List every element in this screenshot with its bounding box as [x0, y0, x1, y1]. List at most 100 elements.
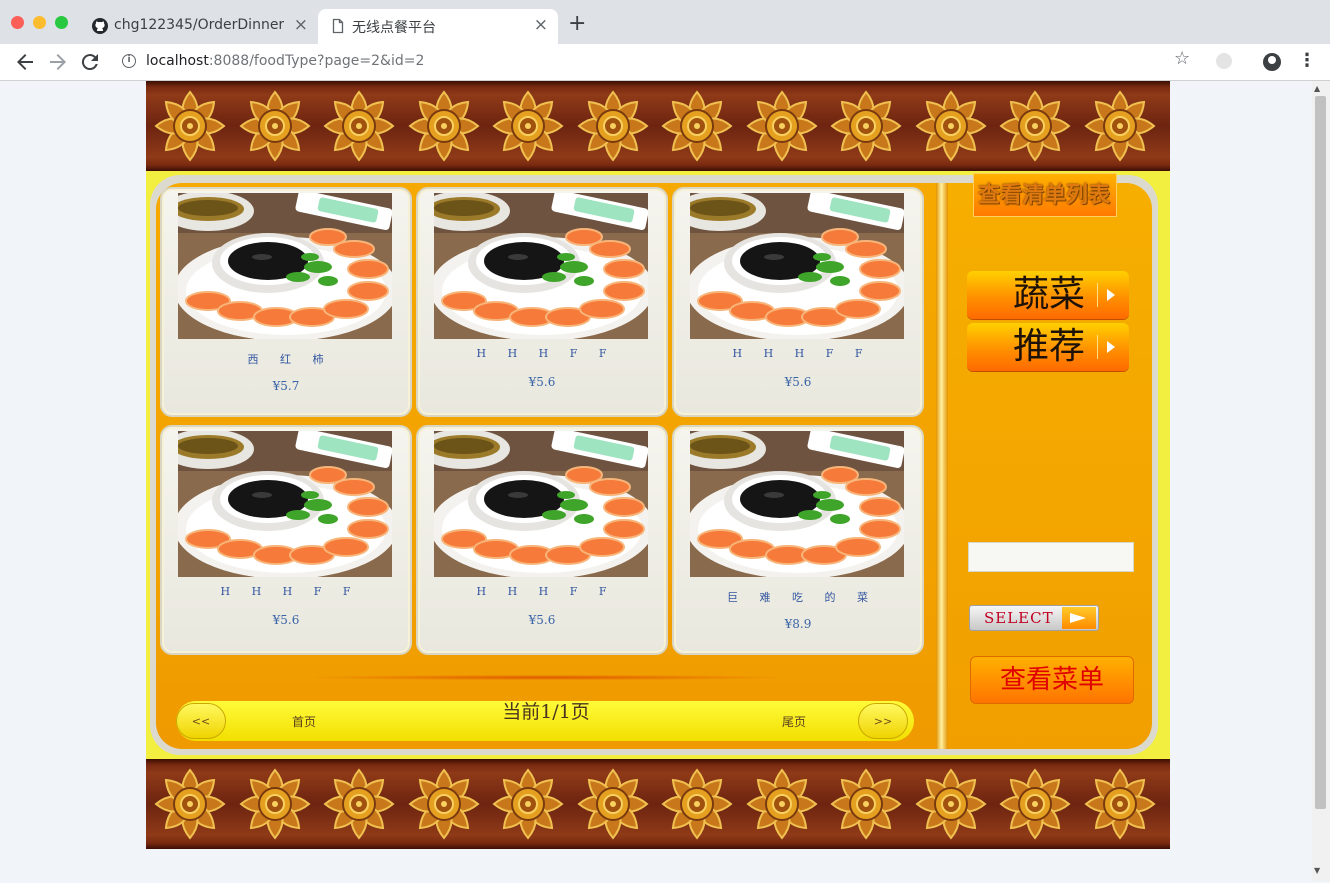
view-cart-button[interactable]: 查看清单列表 — [973, 173, 1115, 217]
flower-ornament-icon — [492, 768, 564, 840]
food-card[interactable]: H H H F F ¥5.6 — [416, 425, 668, 655]
flower-ornament-icon — [154, 768, 226, 840]
browser-tab-github[interactable]: chg122345/OrderDinner: × — [80, 9, 318, 44]
account-icon[interactable] — [1263, 53, 1281, 71]
address-bar[interactable]: i localhost:8088/foodType?page=2&id=2 — [112, 48, 1202, 76]
scroll-up-arrow-icon[interactable]: ▲ — [1314, 84, 1320, 93]
flower-ornament-icon — [914, 90, 987, 162]
first-page-link[interactable]: 首页 — [292, 713, 316, 730]
food-name[interactable]: H H H F F — [418, 585, 666, 598]
food-image[interactable] — [434, 431, 648, 577]
play-arrow-icon — [1097, 283, 1122, 307]
pagination-bar: << 首页 当前1/1页 尾页 >> — [176, 701, 914, 741]
prev-page-button[interactable]: << — [176, 703, 226, 739]
page-scrollbar-thumb[interactable] — [1315, 96, 1326, 809]
food-name[interactable]: 巨 难 吃 的 菜 — [674, 589, 922, 605]
food-image[interactable] — [690, 193, 904, 339]
browser-tab-active[interactable]: 无线点餐平台 × — [318, 9, 558, 44]
shrimp-dish-image — [434, 193, 648, 339]
flower-ornament-icon — [745, 90, 818, 162]
food-card[interactable]: 巨 难 吃 的 菜 ¥8.9 — [672, 425, 924, 655]
flower-ornament-icon — [238, 90, 311, 162]
menu-kebab-icon[interactable]: ⋮ — [1298, 50, 1316, 71]
play-arrow-icon — [1097, 335, 1122, 359]
next-page-button[interactable]: >> — [858, 703, 908, 739]
food-panel: 西 红 柿 ¥5.7 H H H F F ¥5.6 H H H F F ¥5.6… — [156, 183, 936, 749]
forward-arrow-icon[interactable] — [46, 50, 70, 74]
food-price: ¥8.9 — [784, 617, 812, 631]
food-name[interactable]: H H H F F — [674, 347, 922, 360]
decorative-border-bottom — [146, 759, 1170, 849]
shrimp-dish-image — [690, 193, 904, 339]
shrimp-dish-image — [434, 431, 648, 577]
food-price: ¥5.6 — [272, 613, 300, 627]
reload-icon[interactable] — [78, 50, 102, 74]
food-image[interactable] — [178, 193, 392, 339]
flower-ornament-icon — [576, 768, 649, 840]
flower-ornament-icon — [1083, 90, 1156, 162]
shrimp-dish-image — [178, 431, 392, 577]
tab-title: chg122345/OrderDinner: — [114, 17, 284, 33]
bookmark-star-icon[interactable]: ☆ — [1174, 48, 1190, 69]
food-price: ¥5.6 — [528, 613, 556, 627]
flower-ornament-icon — [407, 90, 480, 162]
window-close-button[interactable] — [11, 16, 24, 29]
decorative-border-top — [146, 81, 1170, 171]
glow-divider — [316, 675, 776, 680]
close-icon[interactable]: × — [534, 15, 548, 35]
flower-ornament-icon — [914, 768, 987, 840]
extension-icon[interactable] — [1216, 53, 1232, 69]
category-button-vegetables[interactable]: 蔬菜 — [967, 271, 1129, 319]
search-input[interactable] — [968, 542, 1134, 572]
flower-ornament-icon — [407, 768, 480, 840]
url-text: localhost:8088/foodType?page=2&id=2 — [146, 53, 425, 69]
github-icon — [92, 18, 108, 34]
site-container: 西 红 柿 ¥5.7 H H H F F ¥5.6 H H H F F ¥5.6… — [146, 81, 1170, 849]
flower-ornament-icon — [492, 90, 564, 162]
food-price: ¥5.7 — [272, 379, 300, 393]
flower-ornament-icon — [830, 768, 902, 840]
tab-title: 无线点餐平台 — [352, 20, 436, 36]
food-card[interactable]: H H H F F ¥5.6 — [416, 187, 668, 417]
flower-ornament-icon — [661, 768, 733, 840]
flower-ornament-icon — [661, 90, 733, 162]
flower-ornament-icon — [745, 768, 818, 840]
shrimp-dish-image — [690, 431, 904, 577]
scroll-down-arrow-icon[interactable]: ▼ — [1314, 866, 1320, 875]
close-icon[interactable]: × — [294, 15, 308, 35]
food-card[interactable]: H H H F F ¥5.6 — [160, 425, 412, 655]
flower-ornament-icon — [830, 90, 902, 162]
last-page-link[interactable]: 尾页 — [782, 713, 806, 730]
info-icon[interactable]: i — [122, 54, 136, 68]
new-tab-button[interactable]: + — [568, 13, 586, 35]
flower-ornament-icon — [323, 768, 395, 840]
flower-ornament-icon — [1083, 768, 1156, 840]
panel-divider — [936, 183, 948, 749]
window-minimize-button[interactable] — [33, 16, 46, 29]
select-button[interactable]: SELECT — [969, 605, 1099, 631]
food-image[interactable] — [690, 431, 904, 577]
flower-ornament-icon — [999, 768, 1071, 840]
back-arrow-icon[interactable] — [13, 50, 37, 74]
browser-toolbar: i localhost:8088/foodType?page=2&id=2 ☆ … — [0, 44, 1330, 81]
browser-tab-strip: chg122345/OrderDinner: × 无线点餐平台 × + — [0, 0, 1330, 44]
food-card[interactable]: 西 红 柿 ¥5.7 — [160, 187, 412, 417]
food-price: ¥5.6 — [528, 375, 556, 389]
category-label: 推荐 — [1013, 326, 1086, 367]
food-card[interactable]: H H H F F ¥5.6 — [672, 187, 924, 417]
flower-ornament-icon — [154, 90, 226, 162]
food-name[interactable]: H H H F F — [162, 585, 410, 598]
food-image[interactable] — [434, 193, 648, 339]
page-icon — [332, 18, 344, 34]
shrimp-dish-image — [178, 193, 392, 339]
food-price: ¥5.6 — [784, 375, 812, 389]
window-zoom-button[interactable] — [55, 16, 68, 29]
food-name[interactable]: H H H F F — [418, 347, 666, 360]
flower-ornament-icon — [999, 90, 1071, 162]
food-name[interactable]: 西 红 柿 — [162, 351, 410, 367]
food-image[interactable] — [178, 431, 392, 577]
flower-ornament-icon — [238, 768, 311, 840]
category-label: 蔬菜 — [1013, 274, 1086, 315]
view-menu-button[interactable]: 查看菜单 — [970, 656, 1134, 704]
category-button-recommended[interactable]: 推荐 — [967, 323, 1129, 371]
